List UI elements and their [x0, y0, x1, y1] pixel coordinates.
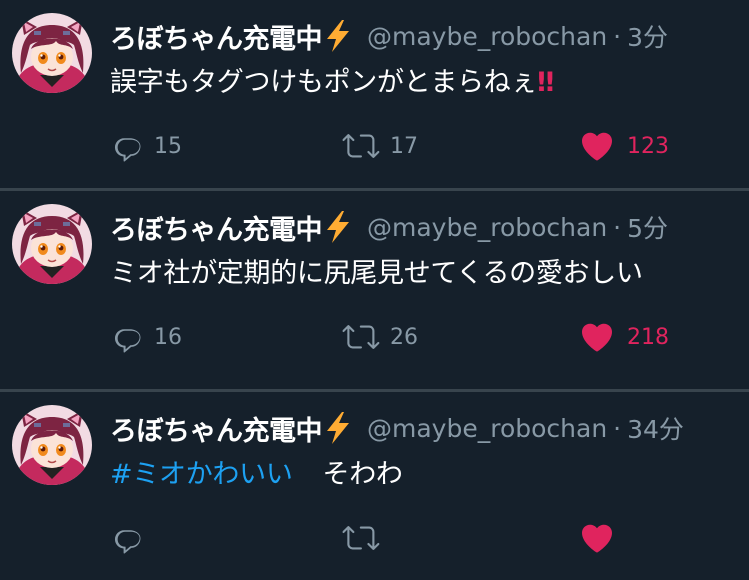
reply-button[interactable] [110, 518, 154, 558]
display-name[interactable]: ろぼちゃん充電中 [110, 409, 323, 448]
retweet-count: 26 [390, 324, 418, 350]
like-button[interactable] [579, 518, 627, 558]
lightning-bolt-icon [323, 19, 353, 53]
retweet-count: 17 [390, 133, 418, 159]
retweet-arrows-icon [342, 521, 380, 555]
tweet-text: ミオ社が定期的に尻尾見せてくるの愛おしい [110, 251, 643, 290]
tweet-text: #ミオかわいい そわわ [110, 452, 403, 491]
tweet[interactable]: ろぼちゃん充電中 @maybe_robochan · 5分 ミオ社が定期的に尻尾… [0, 191, 749, 379]
display-name[interactable]: ろぼちゃん充電中 [110, 208, 323, 247]
heart-icon [579, 520, 615, 556]
tweet-actions: 15 17 123 [110, 126, 710, 166]
user-handle[interactable]: @maybe_robochan [367, 414, 607, 443]
tweet[interactable]: ろぼちゃん充電中 @maybe_robochan · 34分 #ミオかわいい そわ… [0, 392, 749, 580]
lightning-bolt-icon [323, 411, 353, 445]
reply-button[interactable]: 16 [110, 317, 182, 357]
display-name[interactable]: ろぼちゃん充電中 [110, 17, 323, 56]
tweet-body: そわわ [322, 459, 403, 490]
retweet-button[interactable] [342, 518, 390, 558]
retweet-arrows-icon [342, 129, 380, 163]
retweet-button[interactable]: 26 [342, 317, 418, 357]
retweet-button[interactable]: 17 [342, 126, 418, 166]
user-handle[interactable]: @maybe_robochan [367, 22, 607, 51]
tweet-header: ろぼちゃん充電中 @maybe_robochan · 5分 [110, 207, 668, 247]
tweet-actions [110, 518, 710, 558]
like-count: 123 [627, 133, 669, 159]
speech-bubble-icon [110, 129, 144, 163]
separator: · [613, 21, 622, 51]
avatar[interactable] [12, 204, 92, 284]
lightning-bolt-icon [323, 210, 353, 244]
hashtag-link[interactable]: #ミオかわいい [110, 459, 293, 490]
tweet-header: ろぼちゃん充電中 @maybe_robochan · 34分 [110, 408, 684, 448]
double-exclamation-emoji: ‼ [537, 67, 554, 98]
reply-button[interactable]: 15 [110, 126, 182, 166]
separator: · [613, 413, 622, 443]
tweet-body: ミオ社が定期的に尻尾見せてくるの愛おしい [110, 258, 643, 289]
tweet[interactable]: ろぼちゃん充電中 @maybe_robochan · 3分 誤字もタグつけもポン… [0, 0, 749, 188]
heart-icon [579, 319, 615, 355]
heart-icon [579, 128, 615, 164]
timeline-feed: ろぼちゃん充電中 @maybe_robochan · 3分 誤字もタグつけもポン… [0, 0, 749, 580]
timestamp[interactable]: 5分 [627, 209, 668, 245]
tweet-body: 誤字もタグつけもポンがとまらねぇ [110, 67, 538, 98]
retweet-arrows-icon [342, 320, 380, 354]
timestamp[interactable]: 3分 [627, 18, 668, 54]
like-button[interactable]: 218 [579, 317, 669, 357]
tweet-header: ろぼちゃん充電中 @maybe_robochan · 3分 [110, 16, 668, 56]
like-count: 218 [627, 324, 669, 350]
reply-count: 16 [154, 324, 182, 350]
like-button[interactable]: 123 [579, 126, 669, 166]
speech-bubble-icon [110, 521, 144, 555]
timestamp[interactable]: 34分 [627, 410, 684, 446]
avatar[interactable] [12, 405, 92, 485]
separator: · [613, 212, 622, 242]
tweet-text: 誤字もタグつけもポンがとまらねぇ‼ [110, 60, 554, 99]
avatar[interactable] [12, 13, 92, 93]
reply-count: 15 [154, 133, 182, 159]
speech-bubble-icon [110, 320, 144, 354]
tweet-actions: 16 26 218 [110, 317, 710, 357]
user-handle[interactable]: @maybe_robochan [367, 213, 607, 242]
